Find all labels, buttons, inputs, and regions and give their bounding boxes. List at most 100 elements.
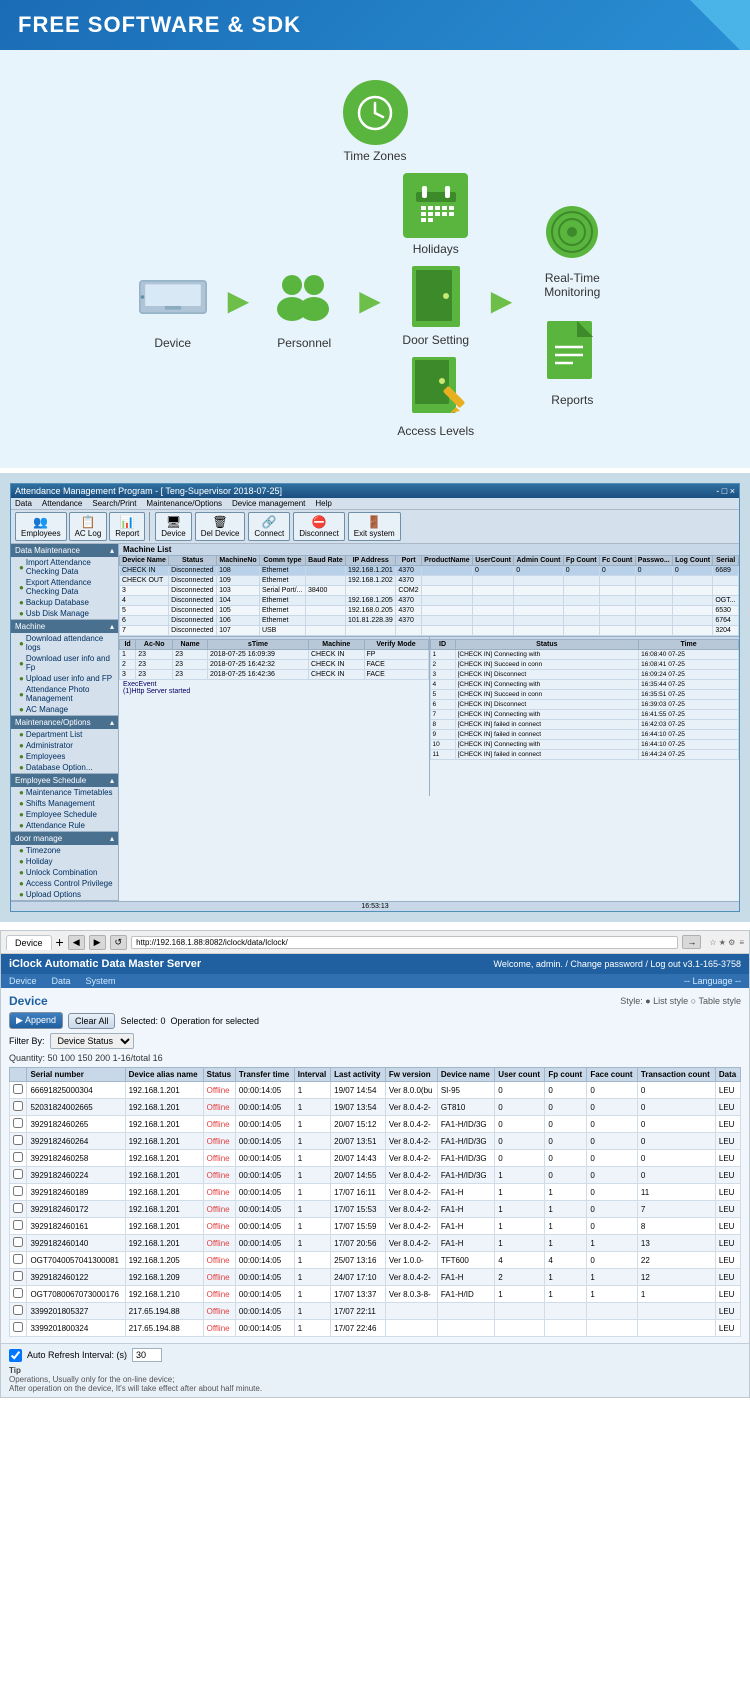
filter-select[interactable]: Device Status xyxy=(50,1033,134,1049)
sidebar-access-ctrl[interactable]: ● Access Control Privilege xyxy=(11,878,118,889)
device-btn[interactable]: 🖥Device xyxy=(155,512,191,541)
row-checkbox[interactable] xyxy=(13,1271,23,1281)
sidebar-timetable[interactable]: ● Maintenance Timetables xyxy=(11,787,118,798)
browser-go-btn[interactable]: → xyxy=(682,935,701,949)
iclock-device-row[interactable]: 3929182460224192.168.1.201Offline00:00:1… xyxy=(10,1167,741,1184)
sidebar-upload-user[interactable]: ● Upload user info and FP xyxy=(11,673,118,684)
sidebar-admin[interactable]: ● Administrator xyxy=(11,740,118,751)
employees-tab[interactable]: 👥Employees xyxy=(15,512,67,541)
iclock-device-row[interactable]: 3929182460122192.168.1.209Offline00:00:1… xyxy=(10,1269,741,1286)
amp-menu-help[interactable]: Help xyxy=(315,499,331,508)
row-checkbox[interactable] xyxy=(13,1288,23,1298)
iclock-device-row[interactable]: 3399201800324217.65.194.88Offline00:00:1… xyxy=(10,1320,741,1337)
sidebar-header-door[interactable]: door manage ▴ xyxy=(11,832,118,845)
auto-refresh-checkbox[interactable] xyxy=(9,1349,22,1362)
machine-row[interactable]: 7Disconnected107USB3204 xyxy=(120,626,739,636)
auto-refresh-input[interactable] xyxy=(132,1348,162,1362)
access-label: Access Levels xyxy=(397,424,474,438)
iclock-device-row[interactable]: 3929182460140192.168.1.201Offline00:00:1… xyxy=(10,1235,741,1252)
sidebar-backup[interactable]: ● Backup Database xyxy=(11,597,118,608)
sidebar-header-sched[interactable]: Employee Schedule ▴ xyxy=(11,774,118,787)
sidebar-header-maint[interactable]: Maintenance/Options ▴ xyxy=(11,716,118,729)
sidebar-upload-opt[interactable]: ● Upload Options xyxy=(11,889,118,900)
nav-system[interactable]: System xyxy=(86,976,116,986)
sidebar-holiday[interactable]: ● Holiday xyxy=(11,856,118,867)
iclock-device-row[interactable]: 3929182460265192.168.1.201Offline00:00:1… xyxy=(10,1116,741,1133)
event-row[interactable]: 123232018-07-25 16:09:39CHECK INFP xyxy=(120,650,429,660)
sidebar-dept[interactable]: ● Department List xyxy=(11,729,118,740)
row-checkbox[interactable] xyxy=(13,1237,23,1247)
sidebar-usb[interactable]: ● Usb Disk Manage xyxy=(11,608,118,619)
sidebar-att-rule[interactable]: ● Attendance Rule xyxy=(11,820,118,831)
row-checkbox[interactable] xyxy=(13,1152,23,1162)
sidebar-dl-user[interactable]: ● Download user info and Fp xyxy=(11,653,118,673)
sidebar-shifts[interactable]: ● Shifts Management xyxy=(11,798,118,809)
del-device-btn[interactable]: 🗑Del Device xyxy=(195,512,246,541)
iclock-device-row[interactable]: 52031824002665192.168.1.201Offline00:00:… xyxy=(10,1099,741,1116)
browser-menu-btn[interactable]: ≡ xyxy=(739,938,744,947)
sidebar-emp-sched[interactable]: ● Employee Schedule xyxy=(11,809,118,820)
row-checkbox[interactable] xyxy=(13,1186,23,1196)
row-checkbox[interactable] xyxy=(13,1135,23,1145)
sidebar-timezone[interactable]: ● Timezone xyxy=(11,845,118,856)
sidebar-unlock[interactable]: ● Unlock Combination xyxy=(11,867,118,878)
iclock-device-row[interactable]: 3399201805327217.65.194.88Offline00:00:1… xyxy=(10,1303,741,1320)
sidebar-db[interactable]: ● Database Option... xyxy=(11,762,118,773)
add-tab-btn[interactable]: + xyxy=(56,934,64,950)
exit-btn[interactable]: 🚪Exit system xyxy=(348,512,401,541)
machine-row[interactable]: CHECK INDisconnected108Ethernet192.168.1… xyxy=(120,566,739,576)
sidebar-photo[interactable]: ● Attendance Photo Management xyxy=(11,684,118,704)
row-checkbox[interactable] xyxy=(13,1118,23,1128)
sidebar-import[interactable]: ● Import Attendance Checking Data xyxy=(11,557,118,577)
forward-btn[interactable]: ▶ xyxy=(89,935,106,950)
iclock-device-row[interactable]: 3929182460161192.168.1.201Offline00:00:1… xyxy=(10,1218,741,1235)
amp-menu-attendance[interactable]: Attendance xyxy=(42,499,82,508)
iclock-device-row[interactable]: 3929182460258192.168.1.201Offline00:00:1… xyxy=(10,1150,741,1167)
language-btn[interactable]: -- Language -- xyxy=(684,976,741,986)
url-bar[interactable] xyxy=(131,936,678,949)
sidebar-export[interactable]: ● Export Attendance Checking Data xyxy=(11,577,118,597)
machine-row[interactable]: CHECK OUTDisconnected109Ethernet192.168.… xyxy=(120,576,739,586)
iclock-device-row[interactable]: OGT7080067073000176192.168.1.210Offline0… xyxy=(10,1286,741,1303)
amp-menu-maintenance[interactable]: Maintenance/Options xyxy=(146,499,222,508)
report-tab[interactable]: 📊Report xyxy=(109,512,145,541)
nav-device[interactable]: Device xyxy=(9,976,37,986)
nav-data[interactable]: Data xyxy=(52,976,71,986)
row-checkbox[interactable] xyxy=(13,1220,23,1230)
iclock-device-row[interactable]: 3929182460172192.168.1.201Offline00:00:1… xyxy=(10,1201,741,1218)
disconnect-btn[interactable]: ⛔Disconnect xyxy=(293,512,345,541)
row-checkbox[interactable] xyxy=(13,1305,23,1315)
machine-row[interactable]: 6Disconnected106Ethernet101.81.228.39437… xyxy=(120,616,739,626)
refresh-btn[interactable]: ↺ xyxy=(110,935,128,950)
sidebar-dl-logs[interactable]: ● Download attendance logs xyxy=(11,633,118,653)
sidebar-header-machine[interactable]: Machine ▴ xyxy=(11,620,118,633)
sidebar-header-data[interactable]: Data Maintenance ▴ xyxy=(11,544,118,557)
row-checkbox[interactable] xyxy=(13,1254,23,1264)
machine-row[interactable]: 3Disconnected103Serial Port/...38400COM2 xyxy=(120,586,739,596)
row-checkbox[interactable] xyxy=(13,1101,23,1111)
machine-row[interactable]: 5Disconnected105Ethernet192.168.0.205437… xyxy=(120,606,739,616)
back-btn[interactable]: ◀ xyxy=(68,935,85,950)
sidebar-ac[interactable]: ● AC Manage xyxy=(11,704,118,715)
machine-row[interactable]: 4Disconnected104Ethernet192.168.1.205437… xyxy=(120,596,739,606)
iclock-device-row[interactable]: 3929182460264192.168.1.201Offline00:00:1… xyxy=(10,1133,741,1150)
row-checkbox[interactable] xyxy=(13,1203,23,1213)
append-btn[interactable]: ▶ Append xyxy=(9,1012,63,1029)
row-checkbox[interactable] xyxy=(13,1322,23,1332)
iclock-device-row[interactable]: 66691825000304192.168.1.201Offline00:00:… xyxy=(10,1082,741,1099)
browser-tab-device[interactable]: Device xyxy=(6,935,52,950)
row-checkbox[interactable] xyxy=(13,1084,23,1094)
row-checkbox[interactable] xyxy=(13,1169,23,1179)
event-row[interactable]: 323232018-07-25 16:42:36CHECK INFACE xyxy=(120,670,429,680)
iclock-device-row[interactable]: OGT7040057041300081192.168.1.205Offline0… xyxy=(10,1252,741,1269)
amp-menu-data[interactable]: Data xyxy=(15,499,32,508)
style-options[interactable]: Style: ● List style ○ Table style xyxy=(620,996,741,1006)
connect-btn[interactable]: 🔗Connect xyxy=(248,512,290,541)
amp-menu-search[interactable]: Search/Print xyxy=(92,499,136,508)
clear-all-btn[interactable]: Clear All xyxy=(68,1013,116,1029)
event-row[interactable]: 223232018-07-25 16:42:32CHECK INFACE xyxy=(120,660,429,670)
aclog-tab[interactable]: 📋AC Log xyxy=(69,512,108,541)
amp-menu-device[interactable]: Device management xyxy=(232,499,305,508)
sidebar-employees[interactable]: ● Employees xyxy=(11,751,118,762)
iclock-device-row[interactable]: 3929182460189192.168.1.201Offline00:00:1… xyxy=(10,1184,741,1201)
